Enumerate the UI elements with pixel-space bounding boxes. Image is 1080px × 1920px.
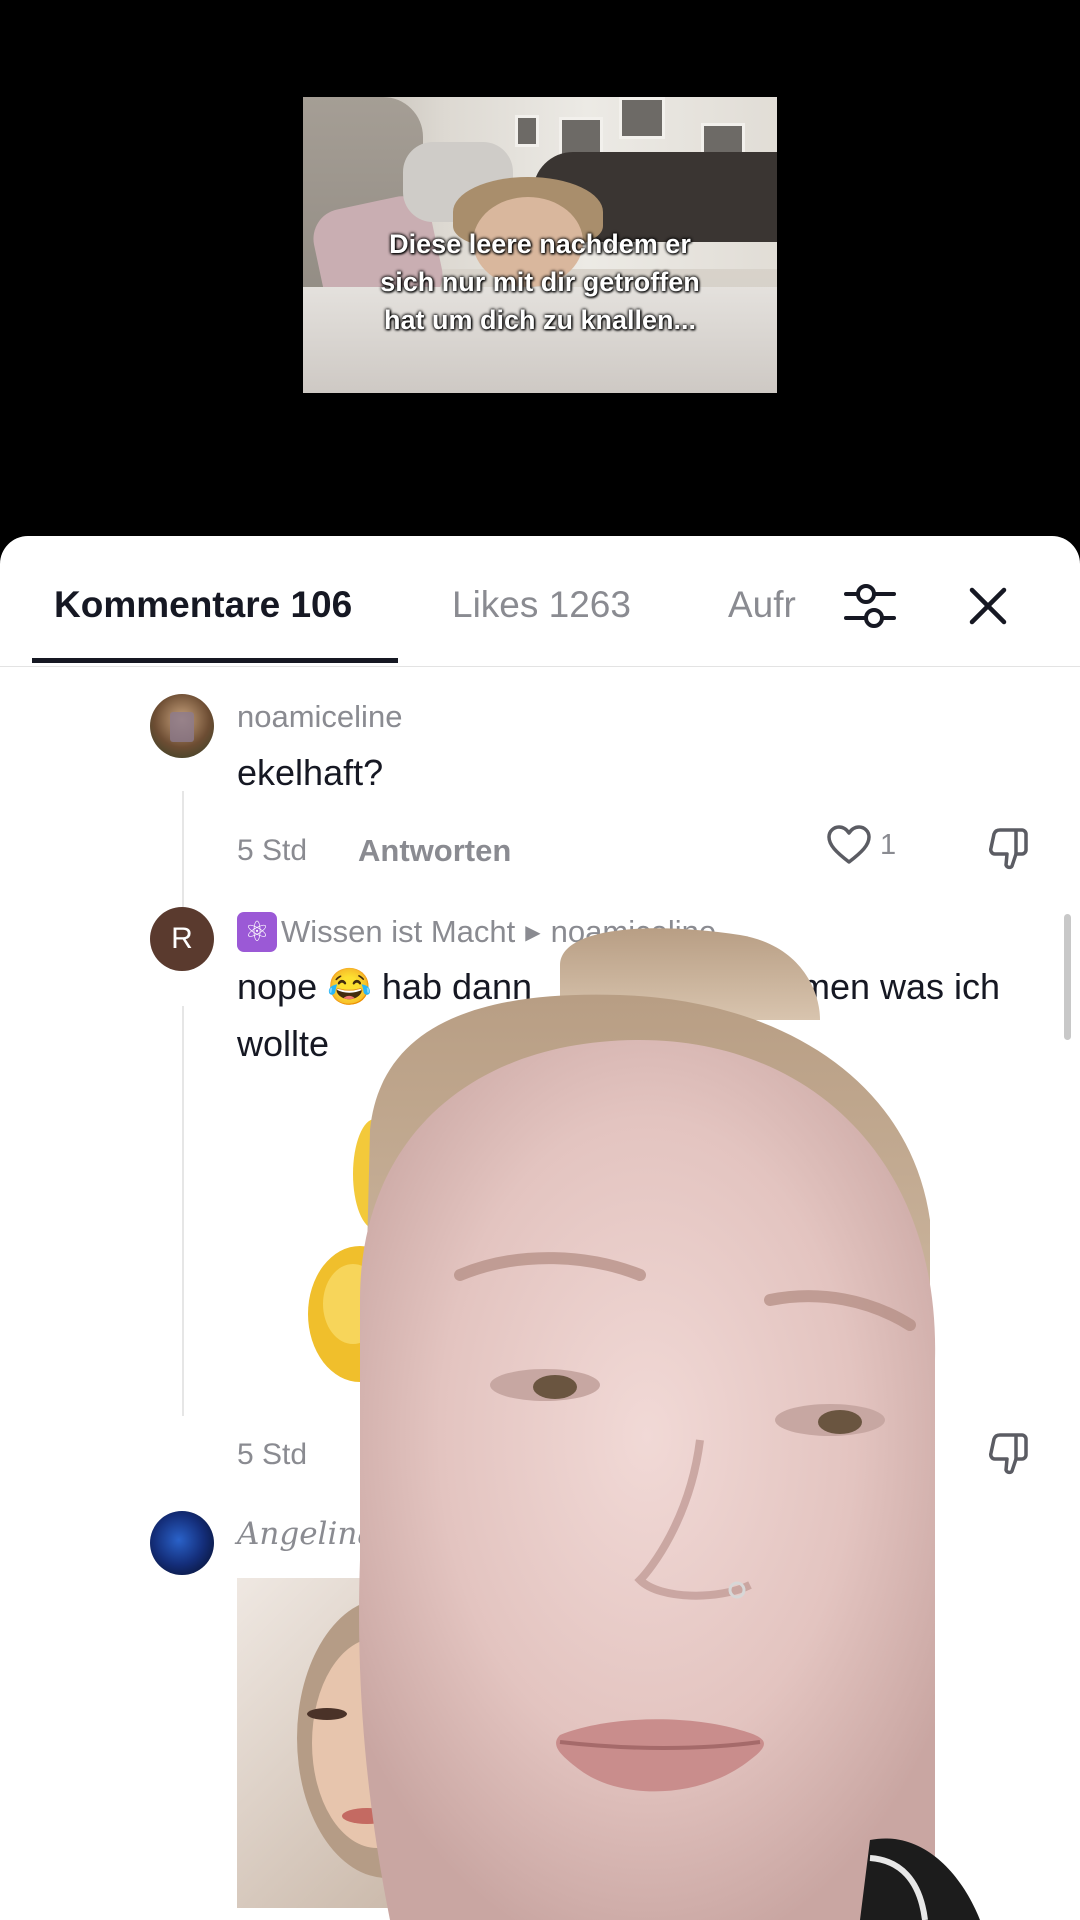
tab-likes[interactable]: Likes 1263 <box>452 582 631 628</box>
sliders-icon <box>844 584 896 628</box>
comment-username[interactable]: Angelina <box>237 1516 376 1552</box>
comment-time: 5 Std <box>237 1438 308 1471</box>
caption-line: sich nur mit dir getroffen <box>380 267 700 297</box>
video-player[interactable]: Diese leere nachdem er sich nur mit dir … <box>0 0 1080 540</box>
comment-time: 5 Std <box>237 834 308 867</box>
thumbs-down-icon <box>989 1433 1028 1475</box>
comment-text: ekelhaft? <box>237 752 384 793</box>
scrollbar[interactable] <box>1064 914 1071 1040</box>
active-tab-indicator <box>32 658 398 663</box>
reply-to-username[interactable]: noamiceline <box>551 914 716 950</box>
thumbs-down-icon <box>989 828 1028 870</box>
atom-icon: ⚛ <box>237 912 277 952</box>
avatar-letter: R <box>171 922 193 955</box>
avatar[interactable]: R <box>150 907 214 971</box>
heart-icon <box>827 825 871 864</box>
avatar[interactable] <box>150 1511 214 1575</box>
dislike-button[interactable] <box>986 1431 1032 1482</box>
tab-comments[interactable]: Kommentare 106 <box>54 582 352 628</box>
comment-text-line2: wollte <box>237 1023 330 1064</box>
comment-username[interactable]: noamiceline <box>237 699 402 735</box>
filter-button[interactable] <box>840 576 900 636</box>
close-button[interactable] <box>958 576 1018 636</box>
comments-sheet: Kommentare 106 Likes 1263 Aufr noamiceli… <box>0 536 1080 1920</box>
caption-line: hat um dich zu knallen... <box>383 305 697 335</box>
triangle-right-icon: ▶ <box>525 921 541 944</box>
comment-username[interactable]: ⚛ Wissen ist Macht ▶ noamiceline <box>237 912 716 952</box>
caption-line: Diese leere nachdem er <box>389 229 691 259</box>
thread-line <box>182 1006 184 1416</box>
reply-button[interactable]: Antworten <box>358 833 511 869</box>
video-thumbnail[interactable]: Diese leere nachdem er sich nur mit dir … <box>303 97 777 393</box>
tab-views[interactable]: Aufr <box>728 582 808 628</box>
thread-line <box>182 791 184 911</box>
wall-picture <box>619 97 665 139</box>
wall-picture <box>515 115 539 147</box>
comment-image-attachment[interactable] <box>237 1578 427 1908</box>
like-count: 1 <box>880 828 897 861</box>
tab-bar: Kommentare 106 Likes 1263 Aufr <box>0 536 1080 667</box>
comment-text-line1-right: men was ich <box>800 966 1001 1007</box>
like-button[interactable]: 1 <box>826 824 896 866</box>
video-caption: Diese leere nachdem er sich nur mit dir … <box>303 225 777 339</box>
dislike-button[interactable] <box>986 826 1032 877</box>
close-icon <box>969 587 1007 625</box>
peace-sign-sticker <box>308 1119 412 1382</box>
username-text: Wissen ist Macht <box>281 914 516 949</box>
avatar[interactable] <box>150 694 214 758</box>
comment-text-line1-left: nope 😂 hab dann <box>237 966 533 1007</box>
wall-picture <box>701 123 745 155</box>
